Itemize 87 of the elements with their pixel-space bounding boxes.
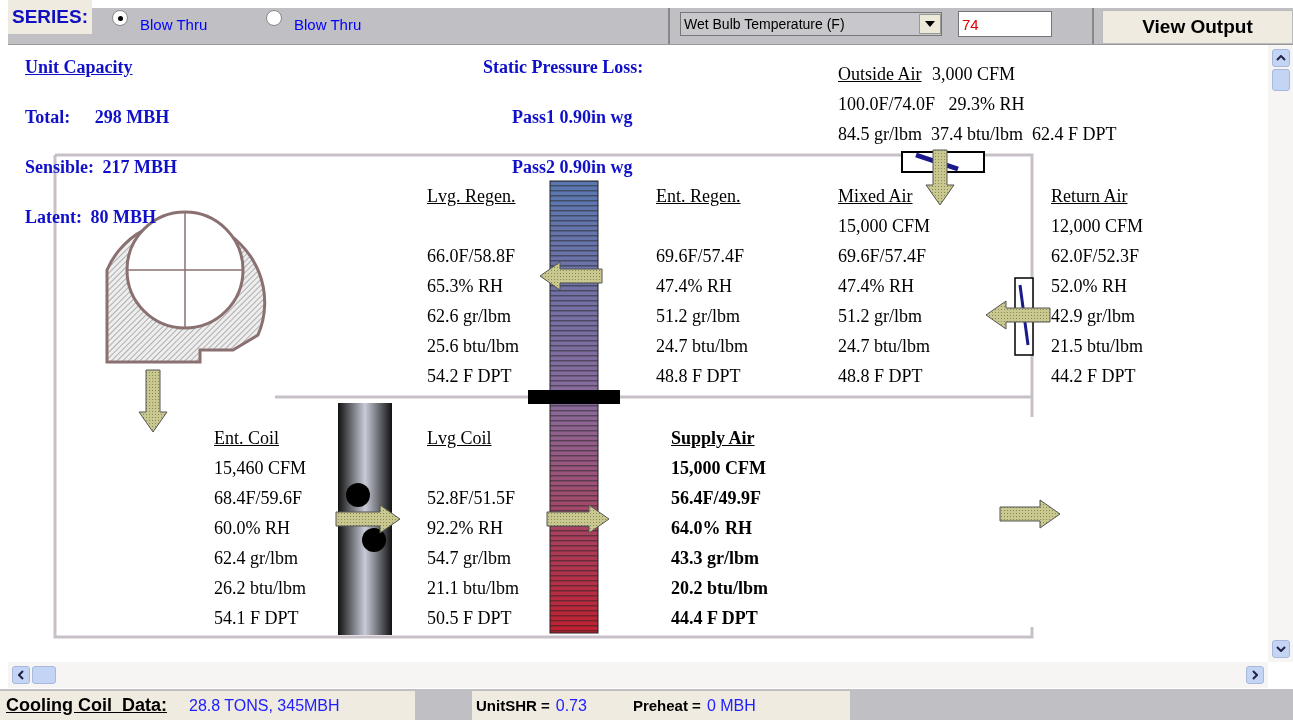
scroll-right-icon[interactable] [1246, 666, 1264, 684]
air-property-text: 52.0% RH [1051, 275, 1127, 297]
scroll-thumb[interactable] [1271, 69, 1290, 91]
air-property-text: 60.0% RH [214, 517, 290, 539]
air-property-text: 20.2 btu/lbm [671, 577, 769, 599]
air-property-text: 48.8 F DPT [838, 365, 923, 387]
air-property-text: 62.0F/52.3F [1051, 245, 1140, 267]
radio-label: Blow Thru [294, 16, 362, 33]
air-property-text: 100.0F/74.0F 29.3% RH [838, 93, 1025, 115]
air-property-text: 44.2 F DPT [1051, 365, 1136, 387]
value-input[interactable]: 74 [958, 11, 1052, 37]
state-title: Outside Air [838, 64, 923, 84]
air-property-text: 44.4 F DPT [671, 607, 758, 629]
air-property-text: 50.5 F DPT [427, 607, 512, 629]
air-property-text: 24.7 btu/lbm [838, 335, 930, 357]
air-property-text: 51.2 gr/lbm [838, 305, 922, 327]
state-title: Lvg. Regen. [427, 185, 517, 207]
status-value: 0.73 [555, 696, 587, 715]
series-label: SERIES: [8, 0, 93, 34]
airflow-text: 3,000 CFM [932, 64, 1016, 84]
air-property-text: 47.4% RH [838, 275, 914, 297]
radio-label: Blow Thru [140, 16, 208, 33]
capacity-value: 80 MBH [90, 207, 156, 227]
air-property-text: 56.4F/49.9F [671, 487, 761, 509]
air-property-text: 92.2% RH [427, 517, 503, 539]
air-property-text: 62.4 gr/lbm [214, 547, 298, 569]
air-property-text: 54.2 F DPT [427, 365, 512, 387]
capacity-label: Total: [25, 107, 71, 127]
air-property-text: 42.9 gr/lbm [1051, 305, 1135, 327]
air-property-text: 54.1 F DPT [214, 607, 299, 629]
air-property-text: 68.4F/59.6F [214, 487, 303, 509]
air-property-text: 21.5 btu/lbm [1051, 335, 1143, 357]
status-value: 28.8 TONS, 345MBH [189, 696, 340, 715]
capacity-value: 298 MBH [94, 107, 170, 127]
status-value: 0 MBH [706, 696, 756, 715]
air-property-text: 51.2 gr/lbm [656, 305, 740, 327]
scroll-left-icon[interactable] [12, 666, 30, 684]
air-property-text: 69.6F/57.4F [656, 245, 745, 267]
arrow-icon [138, 369, 168, 433]
section-title: Unit Capacity [25, 56, 133, 78]
view-output-button[interactable]: View Output [1102, 10, 1293, 44]
pressure-loss-text: Pass2 0.90in wg [512, 156, 633, 178]
air-property-text: 25.6 btu/lbm [427, 335, 519, 357]
air-property-text: 69.6F/57.4F [838, 245, 927, 267]
arrow-icon [539, 261, 603, 291]
capacity-value: 217 MBH [102, 157, 177, 177]
air-property-text: 43.3 gr/lbm [671, 547, 759, 569]
status-label: Cooling Coil Data: [6, 695, 167, 716]
dropdown[interactable]: Wet Bulb Temperature (F) [680, 12, 942, 36]
capacity-label: Sensible: [25, 157, 94, 177]
air-property-text: 21.1 btu/lbm [427, 577, 519, 599]
pressure-loss-text: Pass1 0.90in wg [512, 106, 633, 128]
state-title: Lvg Coil [427, 427, 493, 449]
radio-button[interactable] [266, 10, 282, 26]
status-label: Preheat = [632, 697, 701, 714]
airflow-text: 15,460 CFM [214, 457, 307, 479]
radio-button[interactable] [112, 10, 128, 26]
air-property-text: 24.7 btu/lbm [656, 335, 748, 357]
airflow-text: 12,000 CFM [1051, 215, 1144, 237]
state-title: Return Air [1051, 185, 1129, 207]
arrow-icon [546, 504, 610, 534]
air-property-text: 62.6 gr/lbm [427, 305, 511, 327]
arrow-icon [335, 504, 401, 534]
scroll-down-icon[interactable] [1271, 640, 1290, 658]
air-property-text: 48.8 F DPT [656, 365, 741, 387]
arrow-icon [925, 149, 955, 206]
arrow-icon [999, 499, 1061, 529]
status-label: UnitSHR = [476, 697, 550, 714]
capacity-label: Latent: [25, 207, 82, 227]
air-property-text: 26.2 btu/lbm [214, 577, 306, 599]
section-title: Static Pressure Loss: [483, 56, 644, 78]
air-property-text: 64.0% RH [671, 517, 752, 539]
airflow-text: 15,000 CFM [671, 457, 766, 479]
state-title: Ent. Regen. [656, 185, 742, 207]
air-property-text: 84.5 gr/lbm 37.4 btu/lbm 62.4 F DPT [838, 123, 1117, 145]
scroll-up-icon[interactable] [1271, 49, 1290, 67]
state-title: Ent. Coil [214, 427, 280, 449]
air-property-text: 52.8F/51.5F [427, 487, 516, 509]
state-title: Supply Air [671, 427, 756, 449]
airflow-text: 15,000 CFM [838, 215, 931, 237]
air-property-text: 66.0F/58.8F [427, 245, 516, 267]
scroll-thumb[interactable] [32, 666, 56, 684]
air-property-text: 65.3% RH [427, 275, 503, 297]
arrow-icon [985, 300, 1051, 330]
air-property-text: 47.4% RH [656, 275, 732, 297]
state-title: Mixed Air [838, 185, 914, 207]
air-property-text: 54.7 gr/lbm [427, 547, 511, 569]
